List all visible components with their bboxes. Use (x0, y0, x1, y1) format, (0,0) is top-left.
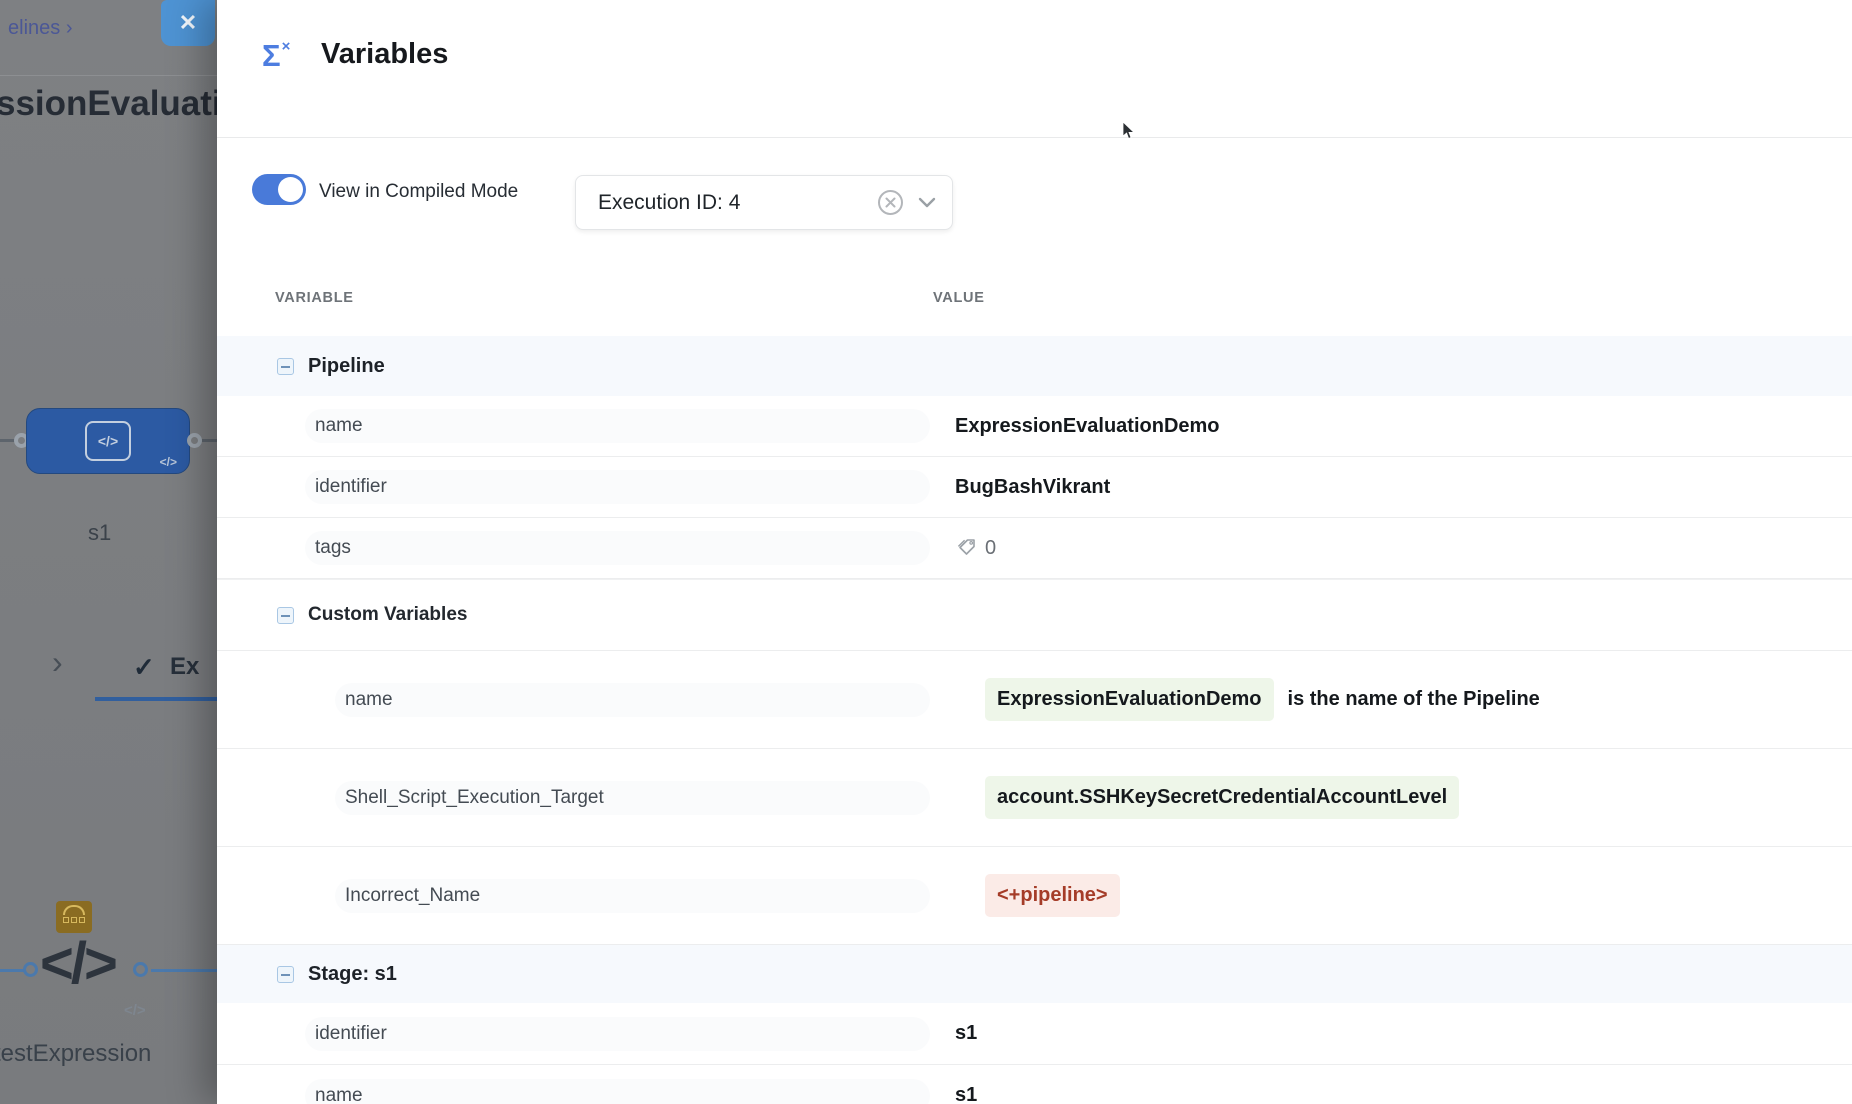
variable-name: name (335, 683, 930, 717)
value-pill: <+pipeline> (985, 874, 1120, 917)
group-label: Pipeline (308, 355, 385, 378)
variable-row: name ExpressionEvaluationDemo is the name … (217, 651, 1852, 749)
header-divider (0, 75, 217, 76)
variable-row: names1 (217, 1065, 1852, 1104)
value-pill: account.SSHKeySecretCredentialAccountLev… (985, 776, 1459, 819)
stage-port-right (187, 433, 202, 448)
group-row: Pipeline (217, 336, 1852, 396)
stage-node-s1[interactable]: </> </> (26, 408, 190, 474)
step-wire-left (0, 969, 24, 972)
variable-name: name (305, 409, 930, 443)
variables-drawer: Σ× Variables View in Compiled Mode Execu… (217, 0, 1852, 1104)
collapse-chevron-icon[interactable]: › (52, 644, 63, 681)
step-port-left (23, 962, 38, 977)
mouse-cursor (1122, 122, 1138, 140)
column-value: VALUE (933, 290, 985, 306)
stage-name-label: s1 (88, 520, 111, 546)
collapse-checkbox[interactable] (277, 358, 294, 375)
chevron-down-icon[interactable] (918, 197, 936, 209)
breadcrumb[interactable]: elines › (8, 17, 72, 40)
value-pill: ExpressionEvaluationDemo (985, 678, 1274, 721)
stage-wire-right (202, 439, 217, 442)
variable-name: identifier (305, 1017, 930, 1051)
variable-value: ExpressionEvaluationDemo (933, 396, 1220, 456)
variable-value: ExpressionEvaluationDemo is the name of t… (933, 651, 1540, 748)
close-icon: ✕ (179, 10, 197, 36)
variable-row: identifiers1 (217, 1003, 1852, 1065)
variable-value: <+pipeline> (933, 847, 1120, 944)
compiled-mode-toggle[interactable] (252, 174, 306, 205)
variable-value: s1 (933, 1003, 977, 1064)
variable-value: account.SSHKeySecretCredentialAccountLev… (933, 749, 1459, 846)
drawer-header-divider (217, 137, 1852, 138)
tag-icon (955, 536, 979, 560)
variable-name: Shell_Script_Execution_Target (335, 781, 930, 815)
variable-name: Incorrect_Name (335, 879, 930, 913)
code-badge-small-icon: </> (124, 1002, 146, 1019)
variable-value: s1 (933, 1065, 977, 1104)
step-port-right (133, 962, 148, 977)
value-suffix: is the name of the Pipeline (1288, 688, 1540, 711)
step-name-label: testExpression (0, 1040, 151, 1068)
minus-icon (281, 974, 290, 976)
variable-row: identifierBugBashVikrant (217, 457, 1852, 518)
variable-name: identifier (305, 470, 930, 504)
group-label: Stage: s1 (308, 963, 397, 986)
group-row: Stage: s1 (217, 945, 1852, 1003)
active-tab-underline (95, 697, 217, 701)
custom-stage-icon: </> (85, 421, 131, 461)
variable-row: Shell_Script_Execution_Target account.SSH… (217, 749, 1852, 847)
shell-script-step-icon[interactable]: </> (40, 930, 115, 997)
tag-count: 0 (985, 537, 996, 560)
code-badge-icon: </> (160, 455, 177, 469)
collapse-checkbox[interactable] (277, 966, 294, 983)
dashboard-icon (56, 901, 92, 933)
tab-execution[interactable]: Ex (170, 653, 199, 681)
dimmed-pipeline-editor: elines › ssionEvaluati </> </> s1 › ✓ Ex… (0, 0, 217, 1104)
check-icon: ✓ (133, 652, 155, 683)
variable-value: 0 (933, 518, 996, 578)
variables-sigma-icon: Σ× (262, 38, 289, 74)
execution-id-select[interactable]: Execution ID: 4 (575, 175, 953, 230)
close-drawer-button[interactable]: ✕ (161, 0, 215, 46)
variable-row: Incorrect_Name <+pipeline> (217, 847, 1852, 945)
group-label: Custom Variables (308, 604, 467, 626)
variables-table-body: PipelinenameExpressionEvaluationDemoiden… (217, 336, 1852, 1104)
variable-row: tags 0 (217, 518, 1852, 579)
group-row: Custom Variables (217, 579, 1852, 651)
clear-selection-icon[interactable] (877, 189, 904, 216)
variable-value: BugBashVikrant (933, 457, 1110, 517)
variable-name: name (305, 1079, 930, 1104)
step-wire-right (151, 969, 217, 972)
minus-icon (281, 366, 290, 368)
collapse-checkbox[interactable] (277, 607, 294, 624)
compiled-mode-label: View in Compiled Mode (319, 181, 518, 203)
column-variable: VARIABLE (275, 290, 354, 306)
execution-id-value: Execution ID: 4 (576, 191, 877, 215)
variable-name: tags (305, 531, 930, 565)
table-header: VARIABLE VALUE (217, 290, 1852, 320)
minus-icon (281, 615, 290, 617)
pipeline-title-partial: ssionEvaluati (0, 84, 217, 124)
variable-row: nameExpressionEvaluationDemo (217, 396, 1852, 457)
drawer-title: Variables (321, 38, 448, 71)
